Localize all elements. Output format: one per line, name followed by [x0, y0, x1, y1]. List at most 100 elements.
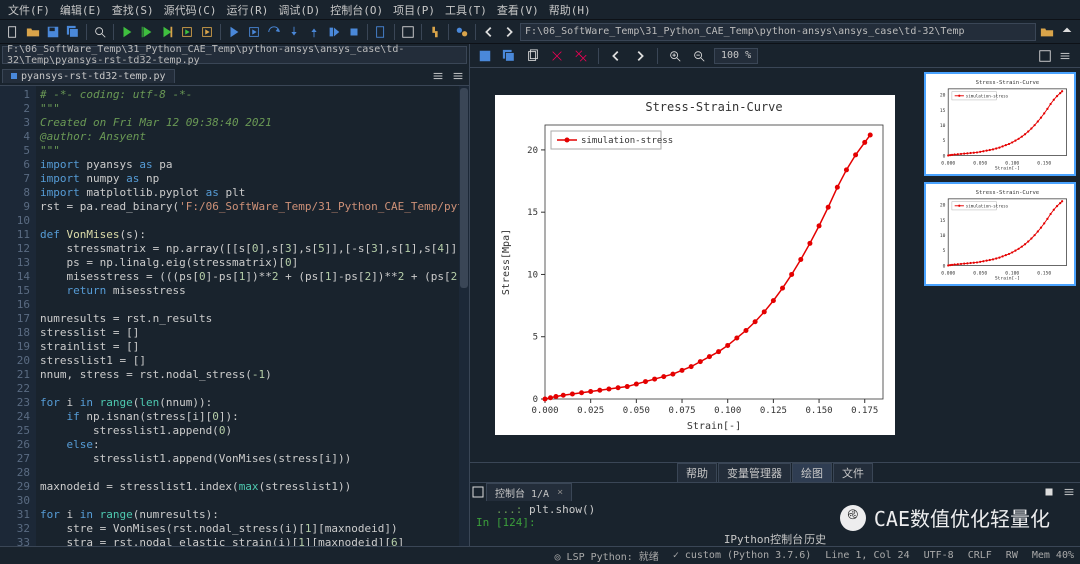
tab-options-icon[interactable]: [449, 67, 467, 85]
console-bottom-tabs: IPython控制台历史: [470, 531, 1080, 547]
bottom-tab[interactable]: 文件: [833, 463, 873, 483]
editor-scrollbar[interactable]: [459, 86, 469, 546]
status-conda[interactable]: ✓ custom (Python 3.7.6): [673, 550, 811, 561]
menu-item[interactable]: 工具(T): [441, 1, 491, 19]
status-memory[interactable]: Mem 40%: [1032, 550, 1074, 561]
status-rw[interactable]: RW: [1006, 550, 1018, 561]
svg-text:10: 10: [940, 233, 946, 239]
editor-tab[interactable]: pyansys-rst-td32-temp.py: [2, 69, 175, 83]
continue-icon[interactable]: [325, 23, 343, 41]
menu-item[interactable]: 运行(R): [223, 1, 273, 19]
step-over-icon[interactable]: [265, 23, 283, 41]
plot-menu-icon[interactable]: [1056, 47, 1074, 65]
status-eol[interactable]: CRLF: [968, 550, 992, 561]
status-cursor-pos[interactable]: Line 1, Col 24: [825, 550, 909, 561]
rerun-icon[interactable]: [198, 23, 216, 41]
status-encoding[interactable]: UTF-8: [924, 550, 954, 561]
new-file-icon[interactable]: [4, 23, 22, 41]
menu-item[interactable]: 查看(V): [493, 1, 543, 19]
bottom-tab[interactable]: 变量管理器: [718, 463, 791, 483]
status-bar: ◎ LSP Python: 就绪 ✓ custom (Python 3.7.6)…: [0, 546, 1080, 564]
svg-text:15: 15: [527, 208, 538, 218]
plot-prev-icon[interactable]: [607, 47, 625, 65]
debug-file-icon[interactable]: [372, 23, 390, 41]
browse-dir-icon[interactable]: [1038, 23, 1056, 41]
bottom-tab[interactable]: 绘图: [792, 463, 832, 483]
svg-text:0: 0: [943, 263, 946, 269]
parent-dir-icon[interactable]: [1058, 23, 1076, 41]
plot-canvas[interactable]: 0.0000.0250.0500.0750.1000.1250.1500.175…: [470, 68, 920, 462]
back-icon[interactable]: [480, 23, 498, 41]
console-tab-close-icon[interactable]: ×: [557, 487, 563, 498]
tab-list-icon[interactable]: [429, 67, 447, 85]
open-folder-icon[interactable]: [24, 23, 42, 41]
python-env-icon[interactable]: [453, 23, 471, 41]
plot-copy-icon[interactable]: [524, 47, 542, 65]
svg-text:0.150: 0.150: [1037, 161, 1051, 167]
console-tab-label: 控制台 1/A: [495, 485, 549, 500]
svg-text:Stress[Mpa]: Stress[Mpa]: [501, 229, 512, 295]
console-tab[interactable]: 控制台 1/A ×: [486, 483, 572, 501]
console-subtab[interactable]: IPython控制台: [724, 531, 803, 547]
plot-fit-icon[interactable]: [1036, 47, 1054, 65]
svg-text:Strain[-]: Strain[-]: [995, 275, 1020, 281]
plot-close-icon[interactable]: [548, 47, 566, 65]
menu-item[interactable]: 调试(D): [274, 1, 324, 19]
menu-item[interactable]: 项目(P): [389, 1, 439, 19]
pythonpath-icon[interactable]: [426, 23, 444, 41]
svg-text:0.150: 0.150: [1037, 271, 1051, 277]
plot-saveall-icon[interactable]: [500, 47, 518, 65]
menu-item[interactable]: 编辑(E): [56, 1, 106, 19]
forward-icon[interactable]: [500, 23, 518, 41]
plot-thumb-1[interactable]: 0.0000.0500.1000.15005101520Stress-Strai…: [924, 72, 1076, 176]
menu-item[interactable]: 控制台(O): [326, 1, 387, 19]
svg-text:0.100: 0.100: [714, 406, 741, 416]
plot-toolbar: 100 %: [470, 44, 1080, 68]
svg-text:simulation-stress: simulation-stress: [581, 136, 673, 146]
save-icon[interactable]: [44, 23, 62, 41]
zoom-in-icon[interactable]: [666, 47, 684, 65]
run-icon[interactable]: [118, 23, 136, 41]
console-options-icon[interactable]: [1060, 483, 1078, 501]
step-out-icon[interactable]: [305, 23, 323, 41]
svg-text:Stress-Strain-Curve: Stress-Strain-Curve: [645, 100, 782, 114]
stop-icon[interactable]: [345, 23, 363, 41]
svg-text:Stress-Strain-Curve: Stress-Strain-Curve: [976, 190, 1040, 196]
menu-item[interactable]: 查找(S): [108, 1, 158, 19]
plot-thumb-2[interactable]: 0.0000.0500.1000.15005101520Stress-Strai…: [924, 182, 1076, 286]
status-lsp[interactable]: ◎ LSP Python: 就绪: [555, 548, 659, 563]
svg-text:0.000: 0.000: [941, 271, 955, 277]
code-editor[interactable]: 1234567891011121314151617181920212223242…: [0, 86, 469, 546]
bottom-tab[interactable]: 帮助: [677, 463, 717, 483]
save-all-icon[interactable]: [64, 23, 82, 41]
plot-save-icon[interactable]: [476, 47, 494, 65]
svg-text:5: 5: [943, 248, 946, 254]
code-body[interactable]: # -*- coding: utf-8 -*- """ Created on F…: [36, 86, 459, 546]
console-subtab[interactable]: 历史: [804, 531, 826, 547]
zoom-level[interactable]: 100 %: [714, 48, 758, 64]
run-selection-icon[interactable]: [158, 23, 176, 41]
menu-item[interactable]: 帮助(H): [545, 1, 595, 19]
working-dir-field[interactable]: F:\06_SoftWare_Temp\31_Python_CAE_Temp\p…: [520, 23, 1036, 41]
console-interrupt-icon[interactable]: [1040, 483, 1058, 501]
run-cell-icon[interactable]: [138, 23, 156, 41]
svg-text:20: 20: [527, 146, 538, 156]
step-into-icon[interactable]: [285, 23, 303, 41]
menu-item[interactable]: 源代码(C): [160, 1, 221, 19]
plot-closeall-icon[interactable]: [572, 47, 590, 65]
maximize-icon[interactable]: [399, 23, 417, 41]
svg-text:20: 20: [940, 203, 946, 209]
svg-text:0.075: 0.075: [668, 406, 695, 416]
run-cell-advance-icon[interactable]: [178, 23, 196, 41]
console-icon: [472, 486, 484, 498]
zoom-out-icon[interactable]: [690, 47, 708, 65]
file-path-field[interactable]: F:\06_SoftWare_Temp\31_Python_CAE_Temp\p…: [2, 46, 467, 64]
debug-icon[interactable]: [225, 23, 243, 41]
console-body[interactable]: ...: plt.show()In [124]:: [470, 501, 1080, 531]
menu-item[interactable]: 文件(F): [4, 1, 54, 19]
editor-tab-label: pyansys-rst-td32-temp.py: [21, 71, 166, 82]
search-icon[interactable]: [91, 23, 109, 41]
debug-cell-icon[interactable]: [245, 23, 263, 41]
plot-next-icon[interactable]: [631, 47, 649, 65]
svg-text:Strain[-]: Strain[-]: [687, 421, 741, 432]
